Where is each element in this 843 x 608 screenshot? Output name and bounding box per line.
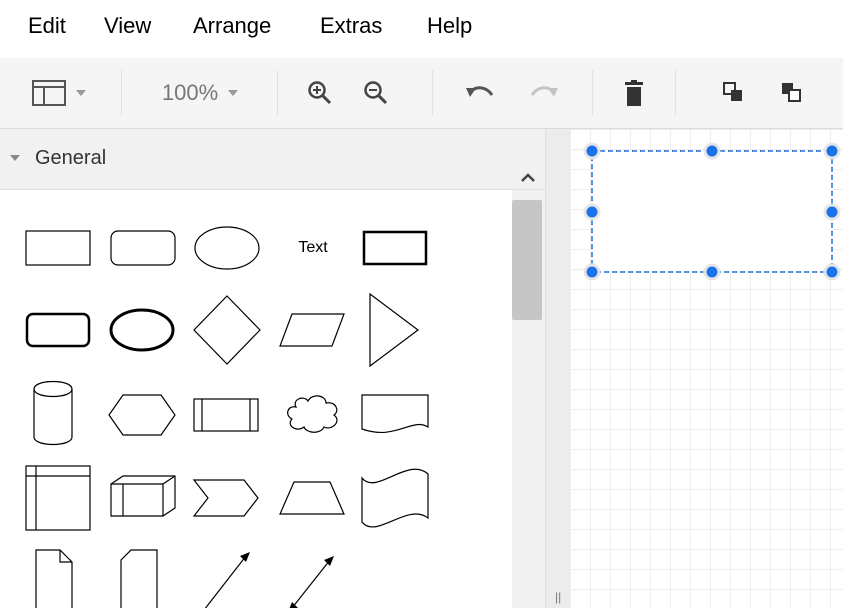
menu-edit[interactable]: Edit: [28, 13, 66, 39]
shape-process[interactable]: [190, 377, 268, 449]
shape-step[interactable]: [190, 460, 268, 532]
shape-diamond[interactable]: [190, 292, 268, 365]
shape-bold-rounded-rectangle[interactable]: [20, 292, 98, 364]
undo-button[interactable]: [458, 58, 502, 128]
section-title: General: [35, 147, 107, 169]
toolbar-divider: [121, 70, 122, 116]
redo-icon: [530, 86, 558, 97]
shape-parallelogram[interactable]: [274, 292, 352, 364]
resize-handle-sw[interactable]: [583, 263, 601, 281]
resize-handle-nw[interactable]: [583, 142, 601, 160]
shape-cloud[interactable]: [274, 377, 352, 449]
resize-handle-n[interactable]: [703, 142, 721, 160]
undo-icon: [466, 86, 494, 97]
zoom-in-icon: [308, 81, 332, 105]
section-header-general[interactable]: General: [0, 129, 545, 190]
shape-text[interactable]: Text: [274, 212, 352, 284]
shape-arrow[interactable]: [190, 540, 268, 608]
resize-handle-s[interactable]: [703, 263, 721, 281]
scrollbar-thumb[interactable]: [512, 200, 542, 320]
chevron-down-icon: [228, 90, 239, 96]
menu-arrange[interactable]: Arrange: [193, 13, 271, 39]
zoom-out-icon: [364, 81, 388, 105]
chevron-down-icon: [10, 155, 20, 161]
chevron-down-icon: [76, 90, 86, 96]
to-back-icon: [782, 83, 801, 102]
zoom-value: 100%: [161, 80, 219, 105]
shape-palette: Text: [0, 190, 512, 608]
shapes-sidebar: General Text: [0, 129, 546, 608]
to-back-button[interactable]: [770, 58, 814, 128]
menu-view[interactable]: View: [104, 13, 151, 39]
shape-internal-storage[interactable]: [20, 460, 98, 532]
shape-triangle[interactable]: [356, 292, 434, 368]
shape-trapezoid[interactable]: [274, 460, 352, 532]
resize-handle-w[interactable]: [583, 203, 601, 221]
zoom-dropdown[interactable]: 100%: [135, 58, 265, 128]
resize-handle-ne[interactable]: [823, 142, 841, 160]
shape-cylinder[interactable]: [20, 377, 98, 449]
shape-rectangle[interactable]: [20, 212, 98, 284]
trash-icon: [625, 80, 643, 106]
diagram-canvas[interactable]: [570, 129, 843, 608]
toolbar-divider: [592, 70, 593, 116]
zoom-in-button[interactable]: [298, 58, 342, 128]
to-front-icon: [723, 82, 742, 101]
toolbar-divider: [675, 70, 676, 116]
format-panel-toggle-button[interactable]: [14, 58, 104, 128]
toolbar-divider: [277, 70, 278, 116]
zoom-out-button[interactable]: [354, 58, 398, 128]
resize-handle-e[interactable]: [823, 203, 841, 221]
delete-button[interactable]: [612, 58, 656, 128]
splitter-grip-icon[interactable]: ||: [555, 590, 561, 604]
shape-bidirectional-arrow[interactable]: [274, 540, 352, 608]
shape-ellipse[interactable]: [190, 212, 268, 284]
shape-bold-rectangle[interactable]: [356, 212, 434, 284]
sidebar-splitter[interactable]: [546, 129, 570, 608]
shape-hexagon[interactable]: [105, 377, 183, 449]
toolbar-divider: [432, 70, 433, 116]
menu-extras[interactable]: Extras: [320, 13, 382, 39]
menu-bar: Edit View Arrange Extras Help: [0, 0, 843, 52]
redo-button[interactable]: [522, 58, 566, 128]
shape-cube[interactable]: [105, 460, 183, 532]
canvas-drawing: [583, 142, 841, 281]
shape-tape[interactable]: [356, 460, 434, 532]
shape-bold-ellipse[interactable]: [105, 292, 183, 364]
resize-handle-se[interactable]: [823, 263, 841, 281]
shape-document[interactable]: [356, 377, 434, 449]
to-front-button[interactable]: [712, 58, 756, 128]
toolbar: 100%: [0, 58, 843, 129]
sidebar-scrollbar[interactable]: [512, 173, 545, 608]
chevron-up-icon[interactable]: [520, 170, 536, 186]
shape-card[interactable]: [105, 540, 183, 608]
shape-note[interactable]: [20, 540, 98, 608]
selected-rectangle[interactable]: [592, 151, 832, 272]
shape-rounded-rectangle[interactable]: [105, 212, 183, 284]
panel-layout-icon: [32, 80, 66, 106]
menu-help[interactable]: Help: [427, 13, 472, 39]
